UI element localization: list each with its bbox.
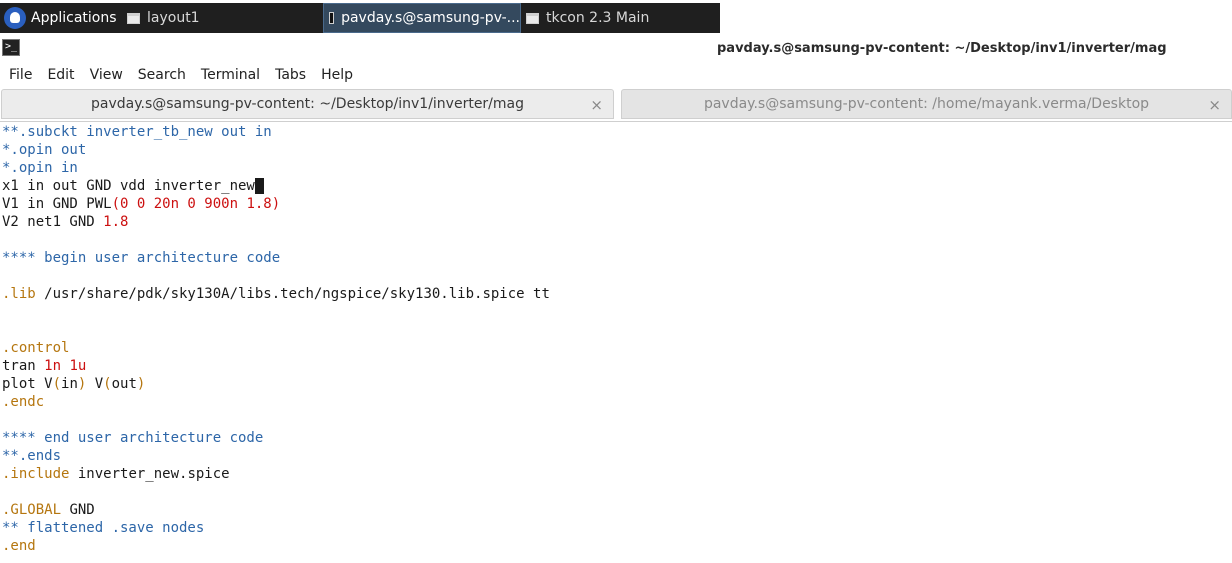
terminal-line: .end (2, 538, 36, 554)
terminal-icon[interactable]: >_ (2, 39, 20, 56)
applications-menu[interactable]: Applications (4, 3, 117, 33)
terminal-line: **** end user architecture code (2, 430, 264, 446)
taskbar-window-label: layout1 (147, 10, 200, 26)
menu-search[interactable]: Search (138, 62, 186, 88)
line-keyword: .include (2, 466, 70, 482)
terminal-line: V1 in GND PWL(0 0 20n 0 900n 1.8) (2, 195, 280, 213)
terminal-line: x1 in out GND vdd inverter_new (2, 177, 264, 195)
line-keyword: .lib (2, 286, 36, 302)
terminal-line: ** flattened .save nodes (2, 520, 205, 536)
taskbar: Applications layout1 pavday.s@samsung-pv… (0, 0, 1232, 33)
line-text: tran (2, 358, 45, 374)
terminal-line: .endc (2, 394, 45, 410)
taskbar-window-label: tkcon 2.3 Main (546, 10, 650, 26)
terminal-line: tran 1n 1u (2, 357, 86, 375)
xfce-logo-icon (4, 7, 26, 29)
line-number: (0 0 20n 0 900n 1.8) (111, 196, 281, 212)
terminal-output[interactable]: **.subckt inverter_tb_new out in *.opin … (0, 121, 1232, 563)
line-text: /usr/share/pdk/sky130A/libs.tech/ngspice… (35, 286, 550, 302)
menu-terminal[interactable]: Terminal (201, 62, 260, 88)
tab-bar: pavday.s@samsung-pv-content: ~/Desktop/i… (0, 88, 1232, 121)
window-title: pavday.s@samsung-pv-content: ~/Desktop/i… (717, 41, 1167, 56)
menu-file[interactable]: File (9, 62, 32, 88)
terminal-line: **.ends (2, 448, 62, 464)
tab-desktop[interactable]: pavday.s@samsung-pv-content: /home/mayan… (621, 89, 1232, 119)
line-text: out (111, 376, 137, 392)
terminal-line: plot V(in) V(out) (2, 375, 145, 393)
terminal-line: .lib /usr/share/pdk/sky130A/libs.tech/ng… (2, 285, 550, 303)
line-text: plot V (2, 376, 53, 392)
taskbar-window-layout1[interactable]: layout1 (127, 3, 200, 33)
menu-tabs[interactable]: Tabs (275, 62, 306, 88)
terminal-line: .control (2, 340, 70, 356)
line-paren: ( (52, 376, 62, 392)
terminal-icon (329, 12, 335, 24)
terminal-line: V2 net1 GND 1.8 (2, 213, 128, 231)
line-number: 1.8 (103, 214, 129, 230)
line-text: GND (61, 502, 95, 518)
terminal-line: **.subckt inverter_tb_new out in (2, 124, 272, 140)
line-keyword: .GLOBAL (2, 502, 62, 518)
terminal-line: *.opin in (2, 160, 78, 176)
window-icon (127, 12, 140, 24)
terminal-line: *.opin out (2, 142, 87, 158)
menu-bar: File Edit View Search Terminal Tabs Help (0, 62, 1232, 88)
line-text: x1 in out GND vdd inverter_new (2, 178, 255, 194)
tab-label: pavday.s@samsung-pv-content: ~/Desktop/i… (90, 96, 525, 112)
taskbar-window-tkcon[interactable]: tkcon 2.3 Main (526, 3, 649, 33)
window-titlebar[interactable]: >_ pavday.s@samsung-pv-content: ~/Deskto… (0, 37, 1232, 62)
applications-label: Applications (31, 10, 117, 26)
terminal-line: .GLOBAL GND (2, 501, 95, 519)
line-text: in (61, 376, 78, 392)
terminal-line: **** begin user architecture code (2, 250, 281, 266)
menu-view[interactable]: View (90, 62, 123, 88)
line-text: inverter_new.spice (69, 466, 230, 482)
line-number: 1n 1u (44, 358, 87, 374)
close-icon[interactable]: × (1208, 96, 1221, 114)
line-text: V (86, 376, 104, 392)
menu-edit[interactable]: Edit (47, 62, 74, 88)
line-text: V1 in GND PWL (2, 196, 112, 212)
terminal-line: .include inverter_new.spice (2, 465, 230, 483)
menu-help[interactable]: Help (321, 62, 353, 88)
text-cursor (254, 178, 264, 194)
window-icon (526, 12, 539, 24)
line-text: V2 net1 GND (2, 214, 104, 230)
line-paren: ) (136, 376, 146, 392)
taskbar-window-terminal[interactable]: pavday.s@samsung-pv-... (323, 3, 521, 33)
tab-label: pavday.s@samsung-pv-content: /home/mayan… (703, 96, 1150, 112)
line-paren: ( (103, 376, 112, 392)
tab-mag[interactable]: pavday.s@samsung-pv-content: ~/Desktop/i… (1, 89, 614, 119)
close-icon[interactable]: × (590, 96, 603, 114)
taskbar-window-label: pavday.s@samsung-pv-... (341, 10, 520, 26)
